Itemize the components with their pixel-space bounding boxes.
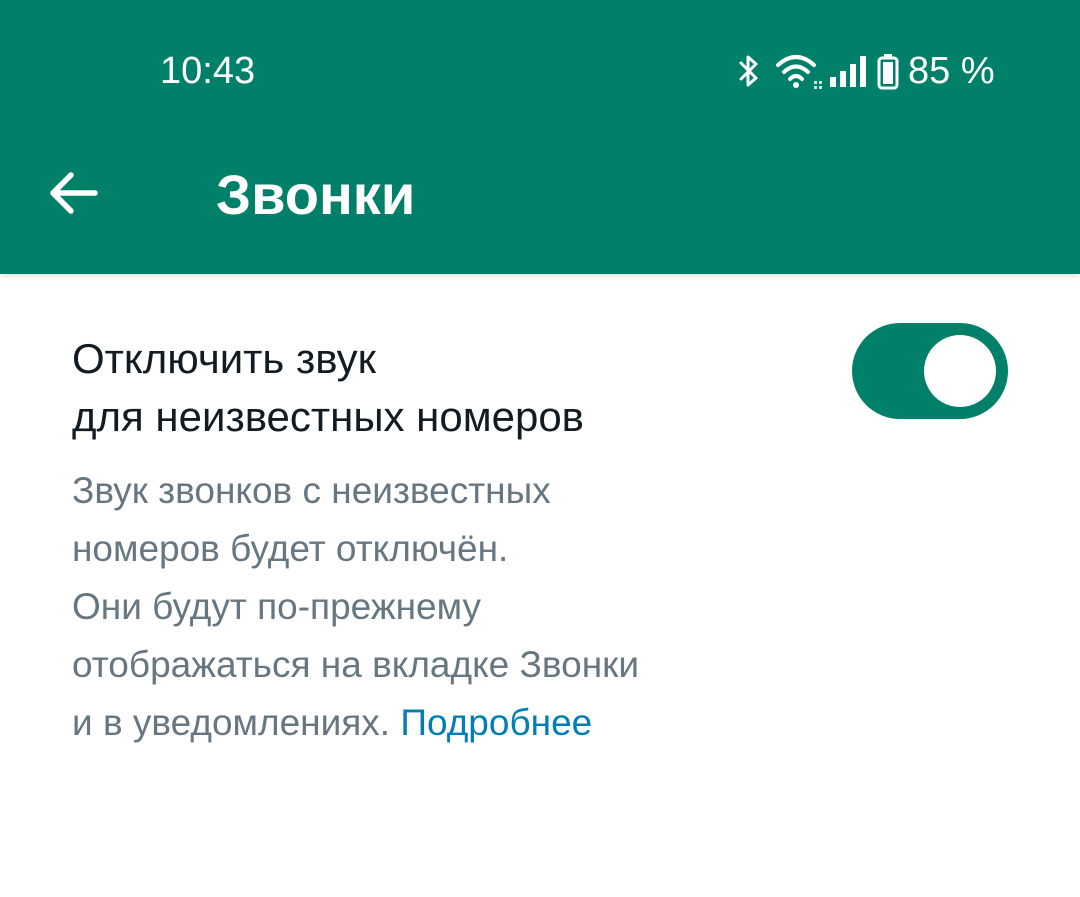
silence-unknown-callers-toggle[interactable] xyxy=(852,323,1008,419)
description-line: Они будут по-прежнему xyxy=(72,586,481,627)
setting-title-line: Отключить звук xyxy=(72,335,376,382)
battery-icon xyxy=(876,51,900,91)
page-title: Звонки xyxy=(216,163,416,226)
status-time: 10:43 xyxy=(160,50,256,92)
signal-icon xyxy=(828,51,872,91)
setting-title[interactable]: Отключить звук для неизвестных номеров xyxy=(72,330,792,446)
setting-description: Звук звонков с неизвестных номеров будет… xyxy=(72,462,792,752)
description-line: отображаться на вкладке Звонки xyxy=(72,644,639,685)
status-icons: 85 % xyxy=(734,46,995,96)
back-button[interactable] xyxy=(38,160,108,230)
description-line: и в уведомлениях. xyxy=(72,702,401,743)
description-line: Звук звонков с неизвестных xyxy=(72,470,551,511)
learn-more-link[interactable]: Подробнее xyxy=(400,702,592,743)
battery-percent: 85 % xyxy=(908,50,995,92)
arrow-left-icon xyxy=(45,168,101,223)
bluetooth-icon xyxy=(734,51,764,91)
description-line: номеров будет отключён. xyxy=(72,528,509,569)
setting-title-line: для неизвестных номеров xyxy=(72,393,584,440)
app-header: 10:43 85 % Звонки xyxy=(0,0,1080,274)
wifi-icon xyxy=(774,51,824,91)
description-last-line: и в уведомлениях. Подробнее xyxy=(72,694,792,752)
toggle-knob xyxy=(924,335,996,407)
